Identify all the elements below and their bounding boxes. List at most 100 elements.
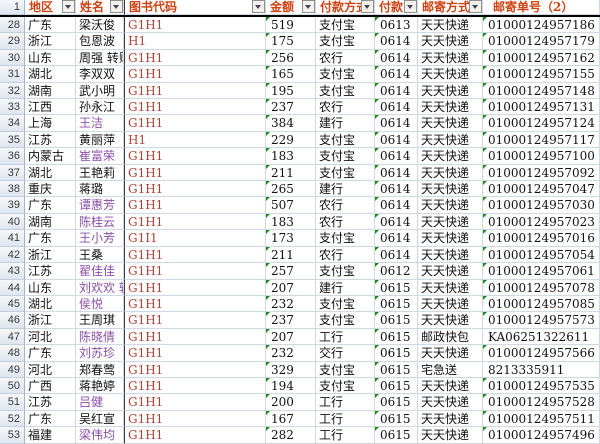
cell-tracking[interactable]: 01000124957573 — [483, 312, 600, 328]
row-number[interactable]: 28 — [0, 17, 25, 33]
cell-pay-method[interactable]: 工行 — [316, 427, 375, 443]
cell-amount[interactable]: 194 — [266, 378, 316, 394]
cell-pay-method[interactable]: 支付宝 — [316, 296, 375, 312]
cell-region[interactable]: 湖北 — [25, 66, 76, 82]
cell-pay-method[interactable]: 支付宝 — [316, 312, 375, 328]
cell-ship-method[interactable]: 天天快递 — [418, 394, 483, 410]
cell-name[interactable]: 王周琪 — [76, 312, 124, 328]
cell-tracking[interactable]: 01000124957047 — [483, 181, 600, 197]
cell-pay-date[interactable]: 0615 — [375, 362, 418, 378]
cell-ship-method[interactable]: 天天快递 — [418, 263, 483, 279]
column-header-book-code[interactable]: 图书代码 — [124, 0, 266, 15]
row-number[interactable]: 30 — [0, 50, 25, 66]
cell-tracking[interactable]: 01000124957061 — [483, 263, 600, 279]
cell-pay-date[interactable]: 0614 — [375, 230, 418, 246]
row-number[interactable]: 31 — [0, 66, 25, 82]
cell-pay-method[interactable]: 农行 — [316, 50, 375, 66]
cell-book-code[interactable]: G1H1 — [124, 181, 266, 197]
cell-region[interactable]: 内蒙古 — [25, 148, 76, 164]
cell-amount[interactable]: 183 — [266, 148, 316, 164]
cell-name[interactable]: 陈桂云 — [76, 214, 124, 230]
cell-name[interactable]: 黄丽萍 — [76, 132, 124, 148]
cell-pay-method[interactable]: 支付宝 — [316, 33, 375, 49]
cell-name[interactable]: 吕健 — [76, 394, 124, 410]
cell-pay-method[interactable]: 建行 — [316, 115, 375, 131]
cell-name[interactable]: 王洁 — [76, 115, 124, 131]
cell-tracking[interactable]: 01000124957085 — [483, 296, 600, 312]
cell-pay-method[interactable]: 交行 — [316, 345, 375, 361]
cell-ship-method[interactable]: 天天快递 — [418, 345, 483, 361]
cell-ship-method[interactable]: 天天快递 — [418, 17, 483, 33]
cell-pay-date[interactable]: 0614 — [375, 83, 418, 99]
cell-region[interactable]: 山东 — [25, 50, 76, 66]
cell-amount[interactable]: 211 — [266, 247, 316, 263]
cell-pay-method[interactable]: 建行 — [316, 280, 375, 296]
column-header-pay-method[interactable]: 付款方式 — [316, 0, 375, 15]
cell-book-code[interactable]: G1H1 — [124, 280, 266, 296]
cell-pay-date[interactable]: 0615 — [375, 329, 418, 345]
cell-amount[interactable]: 200 — [266, 394, 316, 410]
cell-ship-method[interactable]: 天天快递 — [418, 50, 483, 66]
cell-book-code[interactable]: G1H1 — [124, 427, 266, 443]
cell-tracking[interactable]: 01000124957078 — [483, 280, 600, 296]
cell-book-code[interactable]: G1H1 — [124, 345, 266, 361]
cell-pay-method[interactable]: 建行 — [316, 181, 375, 197]
cell-ship-method[interactable]: 邮政快包 — [418, 329, 483, 345]
cell-tracking[interactable]: 01000124957124 — [483, 115, 600, 131]
cell-name[interactable]: 周强 转账 — [76, 50, 124, 66]
cell-name[interactable]: 郑春莺 — [76, 362, 124, 378]
cell-name[interactable]: 李双双 — [76, 66, 124, 82]
cell-name[interactable]: 梁沃俊 — [76, 17, 124, 33]
row-number[interactable]: 48 — [0, 345, 25, 361]
column-header-ship-method[interactable]: 邮寄方式 — [418, 0, 483, 15]
cell-amount[interactable]: 257 — [266, 263, 316, 279]
row-number[interactable]: 37 — [0, 165, 25, 181]
cell-book-code[interactable]: G1H1 — [124, 148, 266, 164]
row-number[interactable]: 44 — [0, 280, 25, 296]
cell-pay-method[interactable]: 支付宝 — [316, 148, 375, 164]
cell-pay-date[interactable]: 0614 — [375, 132, 418, 148]
cell-region[interactable]: 广东 — [25, 345, 76, 361]
cell-book-code[interactable]: G1H1 — [124, 99, 266, 115]
cell-amount[interactable]: 232 — [266, 345, 316, 361]
cell-tracking[interactable]: 01000124957535 — [483, 378, 600, 394]
cell-pay-date[interactable]: 0614 — [375, 181, 418, 197]
cell-book-code[interactable]: H1 — [124, 132, 266, 148]
cell-amount[interactable]: 237 — [266, 99, 316, 115]
row-number[interactable]: 47 — [0, 329, 25, 345]
cell-pay-date[interactable]: 0614 — [375, 247, 418, 263]
cell-name[interactable]: 翟佳佳 — [76, 263, 124, 279]
cell-tracking[interactable]: 01000124957179 — [483, 33, 600, 49]
cell-name[interactable]: 刘苏珍 — [76, 345, 124, 361]
cell-ship-method[interactable]: 天天快递 — [418, 181, 483, 197]
cell-pay-date[interactable]: 0615 — [375, 312, 418, 328]
cell-tracking[interactable]: 01000124957566 — [483, 345, 600, 361]
cell-pay-method[interactable]: 支付宝 — [316, 362, 375, 378]
row-number[interactable]: 50 — [0, 378, 25, 394]
cell-ship-method[interactable]: 天天快递 — [418, 214, 483, 230]
column-header-pay-date[interactable]: 付款 — [375, 0, 418, 15]
row-number[interactable]: 43 — [0, 263, 25, 279]
cell-book-code[interactable]: G1H1 — [124, 312, 266, 328]
cell-book-code[interactable]: G1H1 — [124, 362, 266, 378]
cell-pay-method[interactable]: 工行 — [316, 411, 375, 427]
row-number[interactable]: 42 — [0, 247, 25, 263]
cell-amount[interactable]: 165 — [266, 66, 316, 82]
cell-tracking[interactable]: 01000124957117 — [483, 132, 600, 148]
cell-region[interactable]: 广东 — [25, 230, 76, 246]
cell-pay-date[interactable]: 0614 — [375, 197, 418, 213]
cell-region[interactable]: 广东 — [25, 17, 76, 33]
cell-region[interactable]: 上海 — [25, 115, 76, 131]
cell-amount[interactable]: 207 — [266, 329, 316, 345]
cell-book-code[interactable]: H1 — [124, 33, 266, 49]
cell-region[interactable]: 江苏 — [25, 394, 76, 410]
cell-pay-date[interactable]: 0615 — [375, 296, 418, 312]
cell-ship-method[interactable]: 天天快递 — [418, 83, 483, 99]
cell-name[interactable]: 孙永江 — [76, 99, 124, 115]
cell-tracking[interactable]: 8213335911 — [483, 362, 600, 378]
row-number[interactable]: 39 — [0, 197, 25, 213]
row-number[interactable]: 41 — [0, 230, 25, 246]
cell-book-code[interactable]: G1H1 — [124, 394, 266, 410]
cell-amount[interactable]: 167 — [266, 411, 316, 427]
cell-name[interactable]: 王艳莉 — [76, 165, 124, 181]
